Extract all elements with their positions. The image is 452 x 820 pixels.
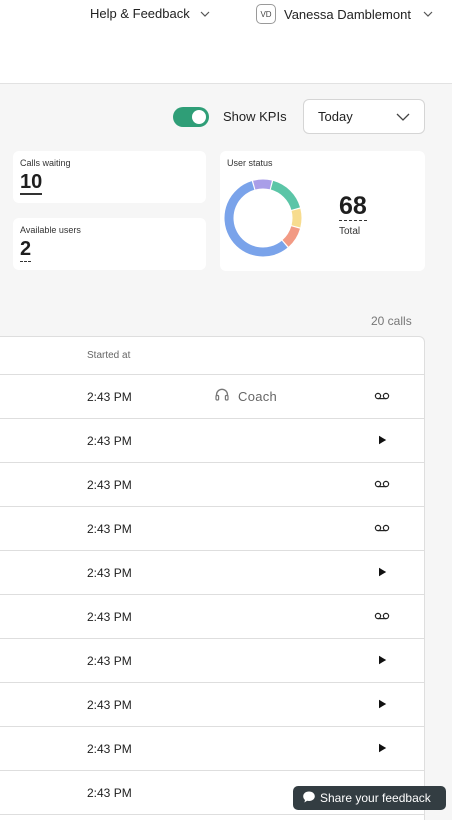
chat-bubble-icon	[302, 790, 316, 807]
calls-waiting-value[interactable]: 10	[20, 172, 43, 195]
donut-segment[interactable]	[282, 225, 300, 247]
voicemail-icon[interactable]	[374, 477, 390, 491]
available-users-value[interactable]: 2	[20, 239, 32, 262]
call-started-time: 2:43 PM	[87, 522, 132, 536]
available-users-card: Available users 2	[13, 218, 206, 270]
top-bar: Help & Feedback VD Vanessa Damblemont	[0, 0, 452, 84]
table-row[interactable]: 2:43 PM	[0, 683, 424, 727]
headset-icon	[214, 387, 230, 406]
chevron-down-icon	[423, 11, 433, 17]
call-started-time: 2:43 PM	[87, 698, 132, 712]
chevron-down-icon	[200, 11, 210, 17]
user-menu[interactable]: VD Vanessa Damblemont	[256, 4, 433, 24]
avatar: VD	[256, 4, 276, 24]
call-started-time: 2:43 PM	[87, 478, 132, 492]
play-icon[interactable]	[374, 697, 390, 711]
calls-waiting-label: Calls waiting	[20, 158, 71, 168]
user-status-donut[interactable]	[224, 175, 310, 261]
call-started-time: 2:43 PM	[87, 786, 132, 800]
user-status-card: User status 68 Total	[220, 151, 425, 271]
user-status-total-value[interactable]: 68	[339, 193, 367, 221]
voicemail-icon[interactable]	[374, 521, 390, 535]
table-row[interactable]: 2:43 PM	[0, 727, 424, 771]
table-row[interactable]: 2:43 PM	[0, 419, 424, 463]
play-icon[interactable]	[374, 741, 390, 755]
table-row[interactable]: 2:43 PM	[0, 463, 424, 507]
coach-button[interactable]: Coach	[214, 387, 277, 406]
share-feedback-button[interactable]: Share your feedback	[293, 786, 446, 810]
table-row[interactable]: 2:43 PM	[0, 551, 424, 595]
table-row[interactable]: 2:43 PM	[0, 507, 424, 551]
user-status-label: User status	[227, 158, 273, 168]
call-started-time: 2:43 PM	[87, 654, 132, 668]
show-kpis-toggle[interactable]	[173, 107, 209, 127]
donut-segment[interactable]	[224, 181, 288, 257]
share-feedback-label: Share your feedback	[320, 791, 431, 805]
table-row[interactable]: 2:43 PM	[0, 595, 424, 639]
help-feedback-label: Help & Feedback	[90, 6, 190, 21]
chevron-down-icon	[396, 109, 410, 124]
play-icon[interactable]	[374, 433, 390, 447]
call-count: 20 calls	[371, 314, 412, 328]
user-status-total-label: Total	[339, 226, 361, 237]
call-started-time: 2:43 PM	[87, 610, 132, 624]
donut-segment[interactable]	[253, 179, 272, 190]
call-started-time: 2:43 PM	[87, 434, 132, 448]
help-feedback-menu[interactable]: Help & Feedback	[90, 6, 210, 21]
toggle-knob	[192, 110, 206, 124]
donut-segment[interactable]	[291, 208, 302, 228]
table-row[interactable]: 2:43 PM Coach	[0, 375, 424, 419]
play-icon[interactable]	[374, 653, 390, 667]
show-kpis-label: Show KPIs	[223, 109, 287, 124]
user-name: Vanessa Damblemont	[284, 6, 411, 22]
calls-waiting-card: Calls waiting 10	[13, 151, 206, 203]
play-icon[interactable]	[374, 565, 390, 579]
date-range-value: Today	[318, 109, 353, 124]
table-body: 2:43 PM Coach 2:43 PM 2:43 PM 2:43 PM 2:43 PM…	[0, 375, 424, 815]
column-started-at[interactable]: Started at	[87, 350, 130, 361]
date-range-select[interactable]: Today	[303, 99, 425, 134]
table-row[interactable]: 2:43 PM	[0, 639, 424, 683]
voicemail-icon[interactable]	[374, 609, 390, 623]
coach-label: Coach	[238, 389, 278, 404]
call-started-time: 2:43 PM	[87, 566, 132, 580]
calls-table: Started at 2:43 PM Coach 2:43 PM 2:43 PM 2:4…	[0, 336, 425, 820]
table-header: Started at	[0, 337, 424, 375]
available-users-label: Available users	[20, 225, 81, 235]
call-started-time: 2:43 PM	[87, 742, 132, 756]
voicemail-icon[interactable]	[374, 389, 390, 403]
call-started-time: 2:43 PM	[87, 390, 132, 404]
donut-segment[interactable]	[270, 180, 300, 211]
